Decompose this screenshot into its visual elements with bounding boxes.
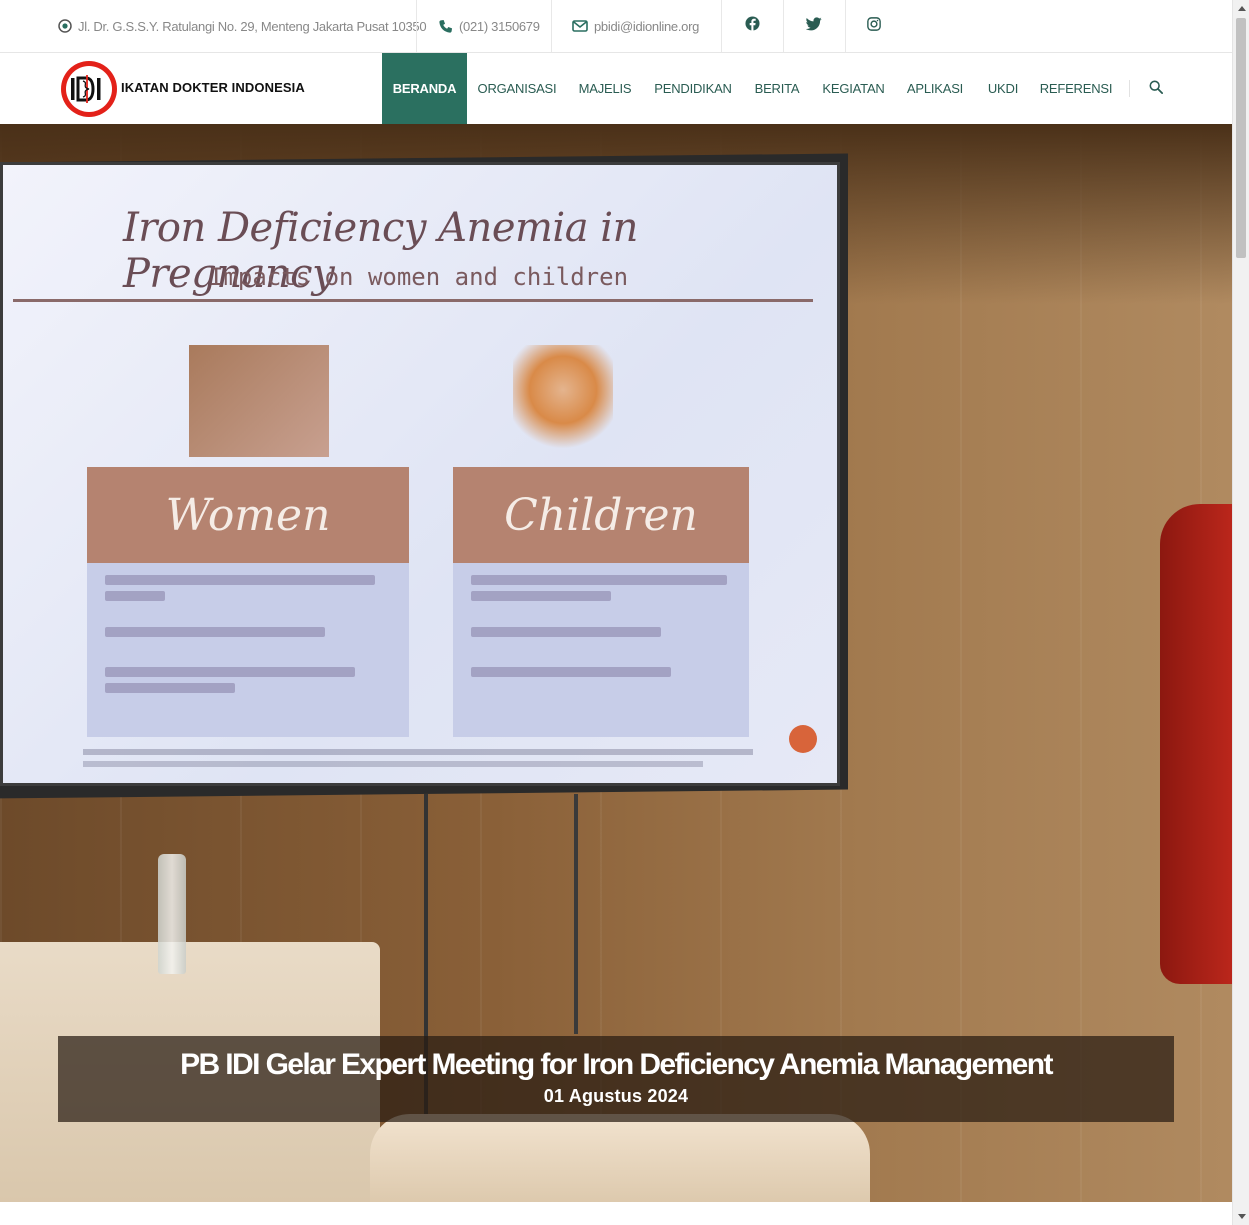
- idi-logo[interactable]: [61, 61, 117, 117]
- hero-caption-title[interactable]: PB IDI Gelar Expert Meeting for Iron Def…: [58, 1048, 1174, 1082]
- water-bottle: [158, 854, 186, 974]
- topbar-divider: [551, 0, 552, 52]
- main-header: IKATAN DOKTER INDONESIA BERANDA ORGANISA…: [0, 53, 1232, 124]
- phone-item[interactable]: (021) 3150679: [438, 0, 540, 52]
- slide-box-heading: Children: [453, 467, 749, 563]
- slide-photo-children: [513, 345, 613, 457]
- slide-box-children: Children: [453, 467, 749, 737]
- page-scrollbar[interactable]: [1232, 0, 1249, 1225]
- slide-text-line: [471, 667, 671, 677]
- nav-item-label: APLIKASI: [906, 81, 964, 96]
- twitter-icon: [805, 16, 822, 36]
- envelope-icon: [572, 20, 588, 32]
- email-item[interactable]: pbidi@idionline.org: [572, 0, 699, 52]
- slide-footnote: [83, 749, 753, 755]
- hero-caption[interactable]: PB IDI Gelar Expert Meeting for Iron Def…: [58, 1036, 1174, 1122]
- idi-emblem-icon: [71, 75, 101, 103]
- instagram-icon: [867, 16, 881, 36]
- topbar-divider: [416, 0, 417, 52]
- nav-item-referensi[interactable]: REFERENSI: [1032, 53, 1120, 124]
- slide-box-women: Women: [87, 467, 409, 737]
- slide-text-line: [471, 575, 727, 585]
- nav-item-label: BERITA: [754, 81, 800, 96]
- nav-item-organisasi[interactable]: ORGANISASI: [467, 53, 567, 124]
- email-text[interactable]: pbidi@idionline.org: [594, 19, 699, 34]
- address-item: Jl. Dr. G.S.S.Y. Ratulangi No. 29, Mente…: [58, 0, 427, 52]
- address-text: Jl. Dr. G.S.S.Y. Ratulangi No. 29, Mente…: [78, 18, 427, 34]
- projector-stand: [574, 794, 578, 1034]
- nav-divider: [1129, 80, 1130, 97]
- slide-footnote: [83, 761, 703, 767]
- nav-item-aplikasi[interactable]: APLIKASI: [896, 53, 974, 124]
- nav-item-ukdi[interactable]: UKDI: [974, 53, 1032, 124]
- hero-caption-date: 01 Agustus 2024: [543, 1086, 689, 1106]
- top-contact-bar: Jl. Dr. G.S.S.Y. Ratulangi No. 29, Mente…: [0, 0, 1232, 53]
- presenter-figure: [1160, 504, 1232, 984]
- slide-logo-badge: [789, 725, 817, 753]
- slide-text-line: [105, 667, 355, 677]
- scroll-down-arrow-icon[interactable]: [1233, 1208, 1249, 1225]
- nav-item-berita[interactable]: BERITA: [743, 53, 811, 124]
- slide-subtitle: Impacts on women and children: [209, 263, 629, 291]
- nav-item-majelis[interactable]: MAJELIS: [567, 53, 643, 124]
- hero-slider[interactable]: Iron Deficiency Anemia in Pregnancy Impa…: [0, 124, 1232, 1202]
- phone-icon: [438, 19, 453, 34]
- location-icon: [58, 19, 72, 33]
- twitter-link[interactable]: [783, 0, 845, 52]
- nav-item-beranda[interactable]: BERANDA: [382, 53, 467, 124]
- nav-item-label: PENDIDIKAN: [654, 81, 732, 96]
- nav-item-kegiatan[interactable]: KEGIATAN: [811, 53, 896, 124]
- slide-text-line: [105, 575, 375, 585]
- scrollbar-thumb[interactable]: [1236, 18, 1246, 258]
- chair-back: [370, 1114, 870, 1202]
- slide-text-line: [471, 627, 661, 637]
- brand-name[interactable]: IKATAN DOKTER INDONESIA: [121, 80, 305, 95]
- slide-text-line: [471, 591, 611, 601]
- phone-text[interactable]: (021) 3150679: [459, 19, 540, 34]
- slide-photo-pregnant: [189, 345, 329, 457]
- slide-text-line: [105, 591, 165, 601]
- facebook-link[interactable]: [721, 0, 783, 52]
- projector-screen: Iron Deficiency Anemia in Pregnancy Impa…: [0, 162, 840, 786]
- nav-item-label: REFERENSI: [1039, 81, 1113, 96]
- search-icon: [1149, 80, 1163, 99]
- nav-item-pendidikan[interactable]: PENDIDIKAN: [643, 53, 743, 124]
- facebook-icon: [744, 16, 760, 36]
- nav-item-label: MAJELIS: [578, 81, 632, 96]
- scroll-up-arrow-icon[interactable]: [1233, 0, 1249, 17]
- nav-item-label: UKDI: [987, 81, 1019, 96]
- slide-text-line: [105, 683, 235, 693]
- instagram-link[interactable]: [843, 0, 905, 52]
- nav-item-label: KEGIATAN: [822, 81, 885, 96]
- search-button[interactable]: [1146, 79, 1166, 99]
- nav-item-label: ORGANISASI: [477, 81, 557, 96]
- slide-text-line: [105, 627, 325, 637]
- nav-item-label: BERANDA: [392, 81, 457, 96]
- slide-divider: [13, 299, 813, 302]
- slide-box-heading: Women: [87, 467, 409, 563]
